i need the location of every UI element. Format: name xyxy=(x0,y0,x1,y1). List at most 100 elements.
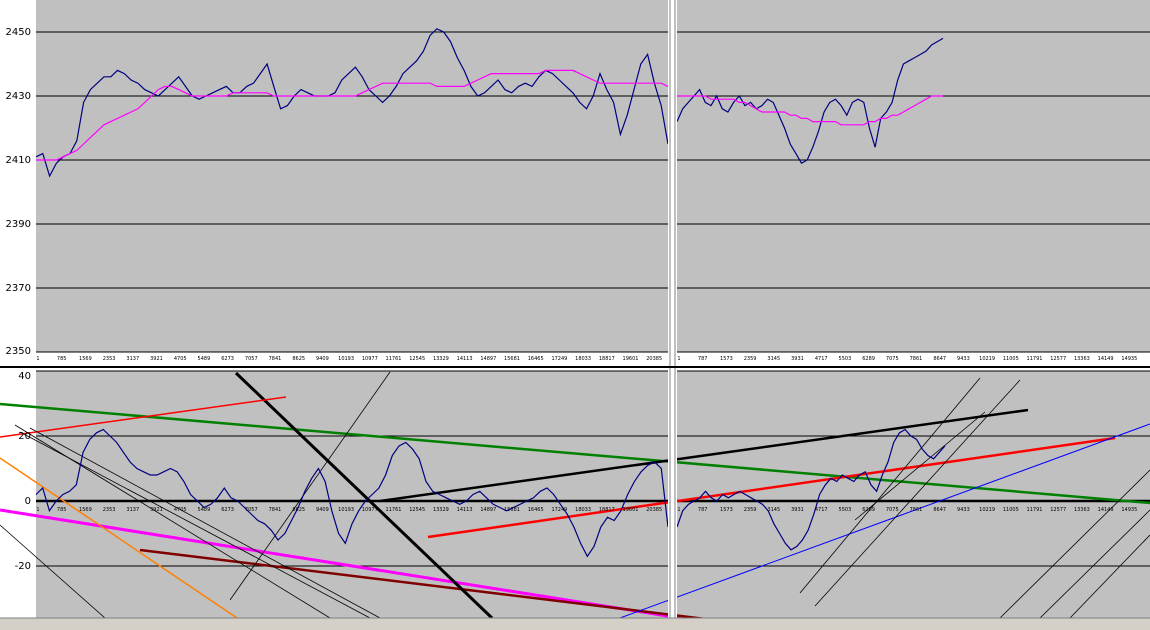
price-x-tick-label: 18033 xyxy=(575,356,591,362)
oscillator-x-tick-label: 20385 xyxy=(646,507,662,513)
oscillator-y-tick-label: 20 xyxy=(18,431,31,442)
session-separator xyxy=(668,0,677,618)
price-x-tick-label: 1569 xyxy=(79,356,92,362)
oscillator-x-tick-label: 3137 xyxy=(126,507,139,513)
oscillator-x-tick-label: 11791 xyxy=(1027,507,1043,513)
price-x-tick-label: 1 xyxy=(36,356,39,362)
price-x-tick-label: 2359 xyxy=(744,356,757,362)
price-x-tick-label: 10219 xyxy=(979,356,995,362)
oscillator-x-tick-label: 9409 xyxy=(316,507,329,513)
price-x-tick-label: 17249 xyxy=(551,356,567,362)
price-x-tick-label: 20385 xyxy=(646,356,662,362)
oscillator-x-tick-label: 787 xyxy=(698,507,708,513)
oscillator-x-tick-label: 18033 xyxy=(575,507,591,513)
price-x-tick-label: 3931 xyxy=(791,356,804,362)
price-y-tick-label: 2450 xyxy=(6,27,31,38)
price-x-tick-label: 19601 xyxy=(623,356,639,362)
oscillator-x-tick-label: 7075 xyxy=(886,507,899,513)
price-x-tick-label: 5489 xyxy=(198,356,211,362)
oscillator-x-tick-label: 18817 xyxy=(599,507,615,513)
oscillator-x-tick-label: 13329 xyxy=(433,507,449,513)
price-x-tick-label: 8647 xyxy=(933,356,946,362)
price-x-tick-label: 3921 xyxy=(150,356,163,362)
oscillator-x-tick-label: 2353 xyxy=(103,507,116,513)
session-separators xyxy=(668,0,677,618)
oscillator-x-tick-label: 10193 xyxy=(338,507,354,513)
oscillator-x-tick-label: 10219 xyxy=(979,507,995,513)
price-y-tick-label: 2410 xyxy=(6,155,31,166)
oscillator-x-tick-label: 3921 xyxy=(150,507,163,513)
oscillator-x-tick-label: 3145 xyxy=(767,507,780,513)
price-x-tick-label: 2353 xyxy=(103,356,116,362)
price-x-tick-label: 13329 xyxy=(433,356,449,362)
price-x-tick-label: 8625 xyxy=(292,356,305,362)
price-x-tick-label: 15681 xyxy=(504,356,520,362)
price-x-tick-label: 18817 xyxy=(599,356,615,362)
price-x-tick-label: 7841 xyxy=(269,356,282,362)
oscillator-x-tick-label: 8625 xyxy=(292,507,305,513)
oscillator-x-tick-label: 19601 xyxy=(623,507,639,513)
oscillator-x-tick-label: 14113 xyxy=(457,507,473,513)
price-x-tick-label: 785 xyxy=(57,356,67,362)
price-x-tick-label: 11791 xyxy=(1027,356,1043,362)
oscillator-x-tick-label: 7057 xyxy=(245,507,258,513)
oscillator-x-tick-label: 12577 xyxy=(1050,507,1066,513)
oscillator-x-tick-label: 4705 xyxy=(174,507,187,513)
chart-canvas: 2350 2370 2390 2410 2430 2450 1 785 1569 2353 313… xyxy=(0,0,1150,630)
oscillator-x-tick-label: 16465 xyxy=(528,507,544,513)
price-x-tick-label: 14149 xyxy=(1098,356,1114,362)
price-x-tick-label: 10193 xyxy=(338,356,354,362)
oscillator-x-tick-label: 5503 xyxy=(839,507,852,513)
price-x-tick-label: 6273 xyxy=(221,356,234,362)
price-x-tick-label: 787 xyxy=(698,356,708,362)
oscillator-x-tick-label: 2359 xyxy=(744,507,757,513)
oscillator-x-tick-label: 14935 xyxy=(1121,507,1137,513)
oscillator-x-tick-label: 14897 xyxy=(480,507,496,513)
price-x-tick-label: 3145 xyxy=(767,356,780,362)
price-x-tick-label: 3137 xyxy=(126,356,139,362)
price-x-tick-label: 4705 xyxy=(174,356,187,362)
oscillator-x-tick-label: 12545 xyxy=(409,507,425,513)
price-y-tick-label: 2390 xyxy=(6,219,31,230)
price-x-tick-label: 11005 xyxy=(1003,356,1019,362)
horizontal-scrollbar[interactable] xyxy=(0,618,1150,630)
oscillator-x-tick-label: 4717 xyxy=(815,507,828,513)
oscillator-x-tick-label: 9433 xyxy=(957,507,970,513)
oscillator-x-tick-label: 11005 xyxy=(1003,507,1019,513)
oscillator-panel: -20 0 20 40 1 785 1569 2353 3137 3921 4705 5489 627… xyxy=(0,370,1150,618)
oscillator-x-tick-label: 1 xyxy=(677,507,680,513)
price-x-tick-label: 14897 xyxy=(480,356,496,362)
price-x-tick-label: 12545 xyxy=(409,356,425,362)
price-x-tick-label: 11761 xyxy=(386,356,402,362)
price-x-tick-label: 14113 xyxy=(457,356,473,362)
price-y-tick-label: 2430 xyxy=(6,91,31,102)
oscillator-y-tick-label: 0 xyxy=(25,496,31,507)
price-x-tick-label: 10977 xyxy=(362,356,378,362)
price-y-tick-label: 2350 xyxy=(6,346,31,357)
price-x-tick-label: 14935 xyxy=(1121,356,1137,362)
oscillator-x-tick-label: 1 xyxy=(36,507,39,513)
oscillator-x-tick-label: 15681 xyxy=(504,507,520,513)
price-x-tick-label: 13363 xyxy=(1074,356,1090,362)
price-x-tick-label: 9409 xyxy=(316,356,329,362)
price-plot-area xyxy=(36,0,1150,352)
oscillator-x-tick-label: 785 xyxy=(57,507,67,513)
price-x-tick-label: 12577 xyxy=(1050,356,1066,362)
price-x-tick-label: 7075 xyxy=(886,356,899,362)
price-x-tick-label: 7057 xyxy=(245,356,258,362)
oscillator-x-tick-label: 14149 xyxy=(1098,507,1114,513)
oscillator-x-tick-label: 8647 xyxy=(933,507,946,513)
oscillator-x-tick-label: 10977 xyxy=(362,507,378,513)
price-x-tick-label: 9433 xyxy=(957,356,970,362)
oscillator-x-tick-label: 7841 xyxy=(269,507,282,513)
oscillator-x-tick-label: 11761 xyxy=(386,507,402,513)
price-x-tick-label: 6289 xyxy=(862,356,875,362)
oscillator-x-tick-label: 5489 xyxy=(198,507,211,513)
price-x-tick-label: 4717 xyxy=(815,356,828,362)
price-y-tick-label: 2370 xyxy=(6,283,31,294)
price-panel: 2350 2370 2390 2410 2430 2450 1 785 1569 2353 313… xyxy=(6,0,1150,362)
oscillator-x-tick-label: 1573 xyxy=(720,507,733,513)
price-x-tick-label: 7861 xyxy=(910,356,923,362)
oscillator-x-tick-label: 17249 xyxy=(551,507,567,513)
price-x-tick-label: 5503 xyxy=(839,356,852,362)
